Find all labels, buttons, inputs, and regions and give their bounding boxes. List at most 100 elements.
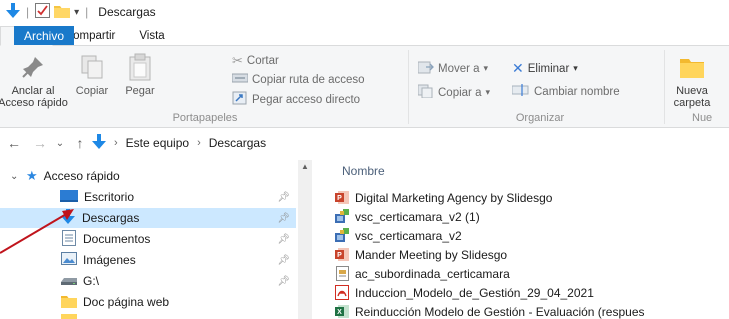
delete-x-icon: ✕ xyxy=(512,60,524,76)
back-arrow-icon[interactable]: ← xyxy=(4,135,24,151)
copy-label: Copiar xyxy=(75,85,109,97)
excel-icon: X xyxy=(334,304,350,319)
rename-label: Cambiar nombre xyxy=(534,85,620,98)
pin-icon xyxy=(18,52,48,82)
nav-item-label: G:\ xyxy=(83,274,100,288)
ribbon: Anclar al Acceso rápido Copiar Pegar ✂ C… xyxy=(0,46,729,128)
nav-item-label: Documentos xyxy=(83,232,151,246)
pin-icon[interactable]: 📌︎ xyxy=(277,213,290,224)
installer-icon xyxy=(334,228,350,244)
copy-button[interactable]: Copiar xyxy=(70,52,114,97)
delete-label: Eliminar xyxy=(527,62,570,75)
location-download-icon xyxy=(92,133,106,153)
title-separator: | xyxy=(26,5,30,19)
group-divider xyxy=(408,50,409,124)
svg-text:P: P xyxy=(337,195,342,202)
nav-item-label: Escritorio xyxy=(84,190,135,204)
svg-text:X: X xyxy=(337,309,342,316)
clipboard-group-label: Portapapeles xyxy=(172,112,238,124)
up-arrow-icon[interactable]: ↑ xyxy=(70,135,90,151)
folder-icon xyxy=(61,314,77,319)
new-folder-button[interactable]: Nueva carpeta xyxy=(668,52,716,109)
pin-icon[interactable]: 📌︎ xyxy=(277,276,290,287)
ribbon-tabs: Archivo Inicio Compartir Vista xyxy=(0,26,729,46)
forward-arrow-icon[interactable]: → xyxy=(30,135,50,151)
file-row[interactable]: P Mander Meeting by Slidesgo xyxy=(334,245,507,264)
download-icon[interactable] xyxy=(6,2,20,22)
copy-path-button[interactable]: Copiar ruta de acceso xyxy=(231,72,365,87)
group-divider-2 xyxy=(664,50,665,124)
annotation-arrow-icon xyxy=(0,209,74,254)
delete-button[interactable]: ✕ Eliminar ▾ xyxy=(512,60,578,77)
paste-shortcut-button[interactable]: Pegar acceso directo xyxy=(232,91,360,108)
new-folder-quick-icon[interactable] xyxy=(54,4,71,21)
breadcrumb-chevron-icon[interactable]: › xyxy=(197,137,201,149)
move-to-button[interactable]: Mover a ▾ xyxy=(417,60,489,77)
installer-icon xyxy=(334,209,350,225)
file-row[interactable]: vsc_certicamara_v2 (1) xyxy=(334,207,480,226)
title-separator-2: | xyxy=(85,5,89,19)
chevron-down-icon: ▾ xyxy=(485,87,490,97)
recent-locations-chevron-icon[interactable]: ⌄ xyxy=(50,138,70,149)
powerpoint-icon: P xyxy=(334,247,350,263)
file-row[interactable]: P Digital Marketing Agency by Slidesgo xyxy=(334,188,552,207)
file-name: Induccion_Modelo_de_Gestión_29_04_2021 xyxy=(355,285,594,300)
paste-shortcut-label: Pegar acceso directo xyxy=(252,93,361,106)
pin-icon[interactable]: 📌︎ xyxy=(277,192,290,203)
rename-icon xyxy=(511,84,530,99)
copy-to-button[interactable]: Copiar a ▾ xyxy=(417,84,490,101)
new-folder-label: Nueva carpeta xyxy=(673,85,711,109)
chevron-down-icon: ▾ xyxy=(573,63,578,73)
tab-vista[interactable]: Vista xyxy=(127,26,176,45)
scroll-up-icon[interactable]: ▲ xyxy=(301,162,309,171)
chevron-down-icon: ▾ xyxy=(483,63,489,73)
nav-item-doc-pagina-web[interactable]: Doc página web xyxy=(0,292,296,312)
file-name: Reinducción Modelo de Gestión - Evaluaci… xyxy=(355,304,645,319)
paste-label: Pegar xyxy=(125,85,155,97)
breadcrumb-chevron-icon[interactable]: › xyxy=(114,137,118,149)
paste-button[interactable]: Pegar xyxy=(118,52,162,97)
organize-group-label: Organizar xyxy=(515,112,565,124)
scissors-icon: ✂ xyxy=(232,53,243,68)
file-row[interactable]: vsc_certicamara_v2 xyxy=(334,226,462,245)
cut-button[interactable]: ✂ Cortar xyxy=(232,53,279,69)
customize-toolbar-icon[interactable]: ▾ xyxy=(74,7,79,18)
file-name: vsc_certicamara_v2 xyxy=(355,228,462,243)
expand-chevron-icon[interactable]: ⌄ xyxy=(10,171,26,182)
copy-path-label: Copiar ruta de acceso xyxy=(252,73,365,86)
copy-path-icon xyxy=(231,72,249,87)
svg-text:P: P xyxy=(337,252,342,259)
drive-icon xyxy=(61,274,77,289)
move-to-label: Mover a xyxy=(438,62,480,75)
copy-to-label: Copiar a xyxy=(438,86,482,99)
address-bar: ← → ⌄ ↑ › Este equipo › Descargas xyxy=(0,131,729,155)
copy-icon xyxy=(77,52,107,82)
title-bar: | ▾ | Descargas xyxy=(0,0,729,24)
file-list: Nombre P Digital Marketing Agency by Sli… xyxy=(320,160,729,319)
nav-item-quick-access[interactable]: ⌄ ★ Acceso rápido xyxy=(0,166,296,186)
window-title: Descargas xyxy=(98,5,156,19)
file-row[interactable]: ac_subordinada_certicamara xyxy=(334,264,510,283)
column-header-name[interactable]: Nombre xyxy=(342,164,385,178)
file-row[interactable]: X Reinducción Modelo de Gestión - Evalua… xyxy=(334,302,645,319)
file-row[interactable]: Induccion_Modelo_de_Gestión_29_04_2021 xyxy=(334,283,594,302)
paste-icon xyxy=(125,52,155,82)
copy-to-icon xyxy=(417,84,434,101)
star-icon: ★ xyxy=(26,168,38,183)
breadcrumb-este-equipo[interactable]: Este equipo xyxy=(126,136,189,150)
nav-item-label: Doc página web xyxy=(83,295,170,309)
quick-access-label: Acceso rápido xyxy=(43,169,120,183)
properties-check-icon[interactable] xyxy=(35,3,51,21)
pdf-icon xyxy=(334,285,350,301)
certificate-icon xyxy=(334,266,350,282)
pin-icon[interactable]: 📌︎ xyxy=(277,234,290,245)
powerpoint-icon: P xyxy=(334,190,350,206)
breadcrumb-descargas[interactable]: Descargas xyxy=(209,136,266,150)
tab-archivo[interactable]: Archivo xyxy=(14,26,75,45)
nav-pane-scrollbar[interactable]: ▲ xyxy=(298,160,312,319)
pin-icon[interactable]: 📌︎ xyxy=(277,255,290,266)
file-name: Digital Marketing Agency by Slidesgo xyxy=(355,190,553,205)
pin-quick-access-button[interactable]: Anclar al Acceso rápido xyxy=(0,52,68,109)
nav-item-drive-g[interactable]: G:\ 📌︎ xyxy=(0,271,296,291)
rename-button[interactable]: Cambiar nombre xyxy=(511,84,620,99)
